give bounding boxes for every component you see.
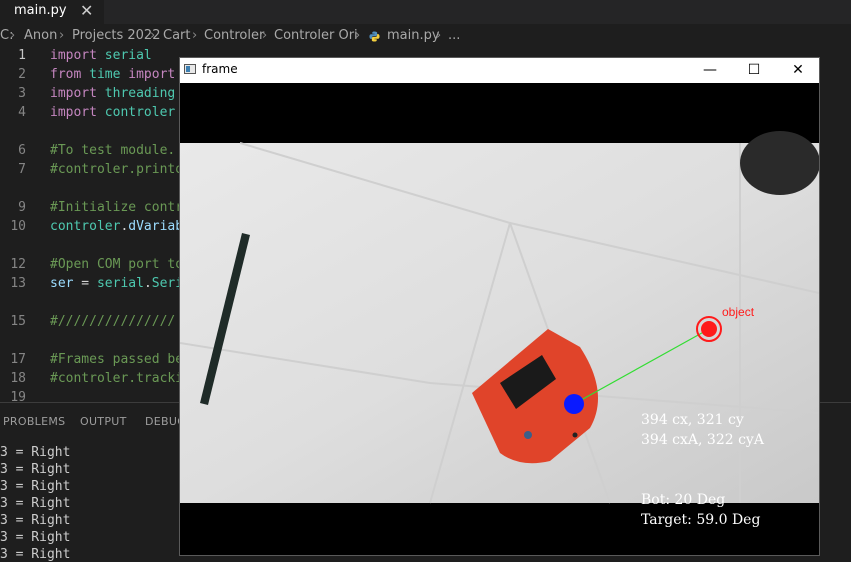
window-title: frame	[202, 62, 238, 76]
close-icon[interactable]: ✕	[80, 1, 93, 20]
centroid-readout: 394 cx, 321 cy	[641, 412, 744, 428]
code-text[interactable]: ser = serial.Seri	[50, 276, 183, 291]
maximize-icon[interactable]: ☐	[732, 58, 776, 83]
code-text[interactable]: import threading	[50, 86, 175, 101]
line-number: 3	[18, 86, 26, 101]
camera-image: object 394 cx, 321 cy 394 cxA, 322 cyA B…	[180, 83, 819, 555]
line-number: 7	[18, 162, 26, 177]
chevron-right-icon: ›	[436, 28, 442, 43]
tab-problems[interactable]: PROBLEMS	[3, 415, 65, 428]
output-line: 3 = Right	[0, 462, 71, 477]
code-text[interactable]: #Initialize contr	[50, 200, 183, 215]
code-token: .	[143, 276, 152, 291]
object-marker	[701, 321, 717, 337]
output-line: 3 = Right	[0, 530, 71, 545]
editor-tab-bar: main.py ✕	[0, 0, 851, 24]
code-token: import	[128, 67, 176, 82]
code-token: import	[50, 105, 105, 120]
output-line: 3 = Right	[0, 496, 71, 511]
python-file-icon	[369, 31, 380, 42]
tab-label: main.py	[14, 3, 67, 18]
code-token: #controler.printo	[50, 162, 184, 177]
line-number: 2	[18, 67, 26, 82]
code-text[interactable]: #Open COM port to	[50, 257, 183, 272]
code-token: threading	[104, 86, 176, 101]
code-token: =	[73, 276, 97, 291]
code-token: #To test module.	[50, 143, 176, 158]
line-number: 15	[10, 314, 26, 329]
bot-angle-readout: Bot: 20 Deg	[641, 492, 725, 508]
line-number: 6	[18, 143, 26, 158]
line-number: 9	[18, 200, 26, 215]
centroid-a-readout: 394 cxA, 322 cyA	[641, 432, 765, 448]
bot-marker	[564, 394, 584, 414]
code-text[interactable]: #controler.tracki	[50, 371, 183, 386]
breadcrumb-item-cart[interactable]: Cart	[163, 28, 191, 43]
code-token: #Initialize contr	[50, 200, 184, 215]
window-title-bar[interactable]: frame — ☐ ✕	[180, 58, 819, 83]
dark-object	[740, 131, 819, 195]
breadcrumb-item-projects[interactable]: Projects 2022	[72, 28, 160, 43]
tab-main-py[interactable]: main.py ✕	[0, 0, 104, 24]
line-number: 1	[18, 48, 26, 63]
window-app-icon	[184, 64, 196, 74]
line-number: 12	[10, 257, 26, 272]
code-token: import	[50, 86, 105, 101]
output-line: 3 = Right	[0, 513, 71, 528]
breadcrumb-item-file[interactable]: main.py	[387, 28, 440, 43]
code-text[interactable]: #controler.printo	[50, 162, 183, 177]
code-token: controler	[50, 219, 121, 234]
line-number: 13	[10, 276, 26, 291]
breadcrumb: C: › Anon › Projects 2022 › Cart › Contr…	[0, 27, 851, 47]
chevron-right-icon: ›	[355, 28, 361, 43]
chevron-right-icon: ›	[59, 28, 65, 43]
chevron-right-icon: ›	[262, 28, 268, 43]
object-label: object	[722, 305, 755, 319]
chevron-right-icon: ›	[10, 28, 16, 43]
line-number: 4	[18, 105, 26, 120]
code-token: #///////////////	[50, 314, 176, 329]
output-line: 3 = Right	[0, 445, 71, 460]
minimize-icon[interactable]: —	[688, 58, 732, 83]
code-token: time	[89, 67, 129, 82]
breadcrumb-item-symbols[interactable]: ...	[448, 28, 460, 43]
output-line: 3 = Right	[0, 479, 71, 494]
code-token: #Open COM port to	[50, 257, 184, 272]
code-text[interactable]: from time import	[50, 67, 175, 82]
code-token: #Frames passed be	[50, 352, 184, 367]
chevron-right-icon: ›	[150, 28, 156, 43]
code-token: serial	[104, 48, 152, 63]
line-number: 18	[10, 371, 26, 386]
code-text[interactable]: #///////////////	[50, 314, 175, 329]
code-token: from	[50, 67, 90, 82]
code-text[interactable]: #Frames passed be	[50, 352, 183, 367]
frame-window: frame — ☐ ✕ object 394 cx, 321 cy 394 cx…	[179, 57, 820, 556]
code-token: #controler.tracki	[50, 371, 184, 386]
code-token: import	[50, 48, 105, 63]
chevron-right-icon: ›	[192, 28, 198, 43]
code-text[interactable]: import serial	[50, 48, 152, 63]
code-token: serial	[96, 276, 144, 291]
output-line: 3 = Right	[0, 547, 71, 562]
line-number: 10	[10, 219, 26, 234]
code-text[interactable]: #To test module.	[50, 143, 175, 158]
code-token: ser	[50, 276, 74, 291]
code-token: dVariab	[128, 219, 184, 234]
code-token: controler	[104, 105, 176, 120]
line-number: 17	[10, 352, 26, 367]
close-icon[interactable]: ✕	[776, 58, 820, 83]
code-text[interactable]: controler.dVariab	[50, 219, 183, 234]
target-angle-readout: Target: 59.0 Deg	[641, 512, 760, 528]
breadcrumb-item-controler[interactable]: Controler	[204, 28, 264, 43]
tab-output[interactable]: OUTPUT	[80, 415, 127, 428]
breadcrumb-item-anon[interactable]: Anon	[24, 28, 57, 43]
breadcrumb-item-controler-ori[interactable]: Controler Ori	[274, 28, 358, 43]
camera-frame: object 394 cx, 321 cy 394 cxA, 322 cyA B…	[180, 83, 819, 555]
code-text[interactable]: import controler	[50, 105, 175, 120]
